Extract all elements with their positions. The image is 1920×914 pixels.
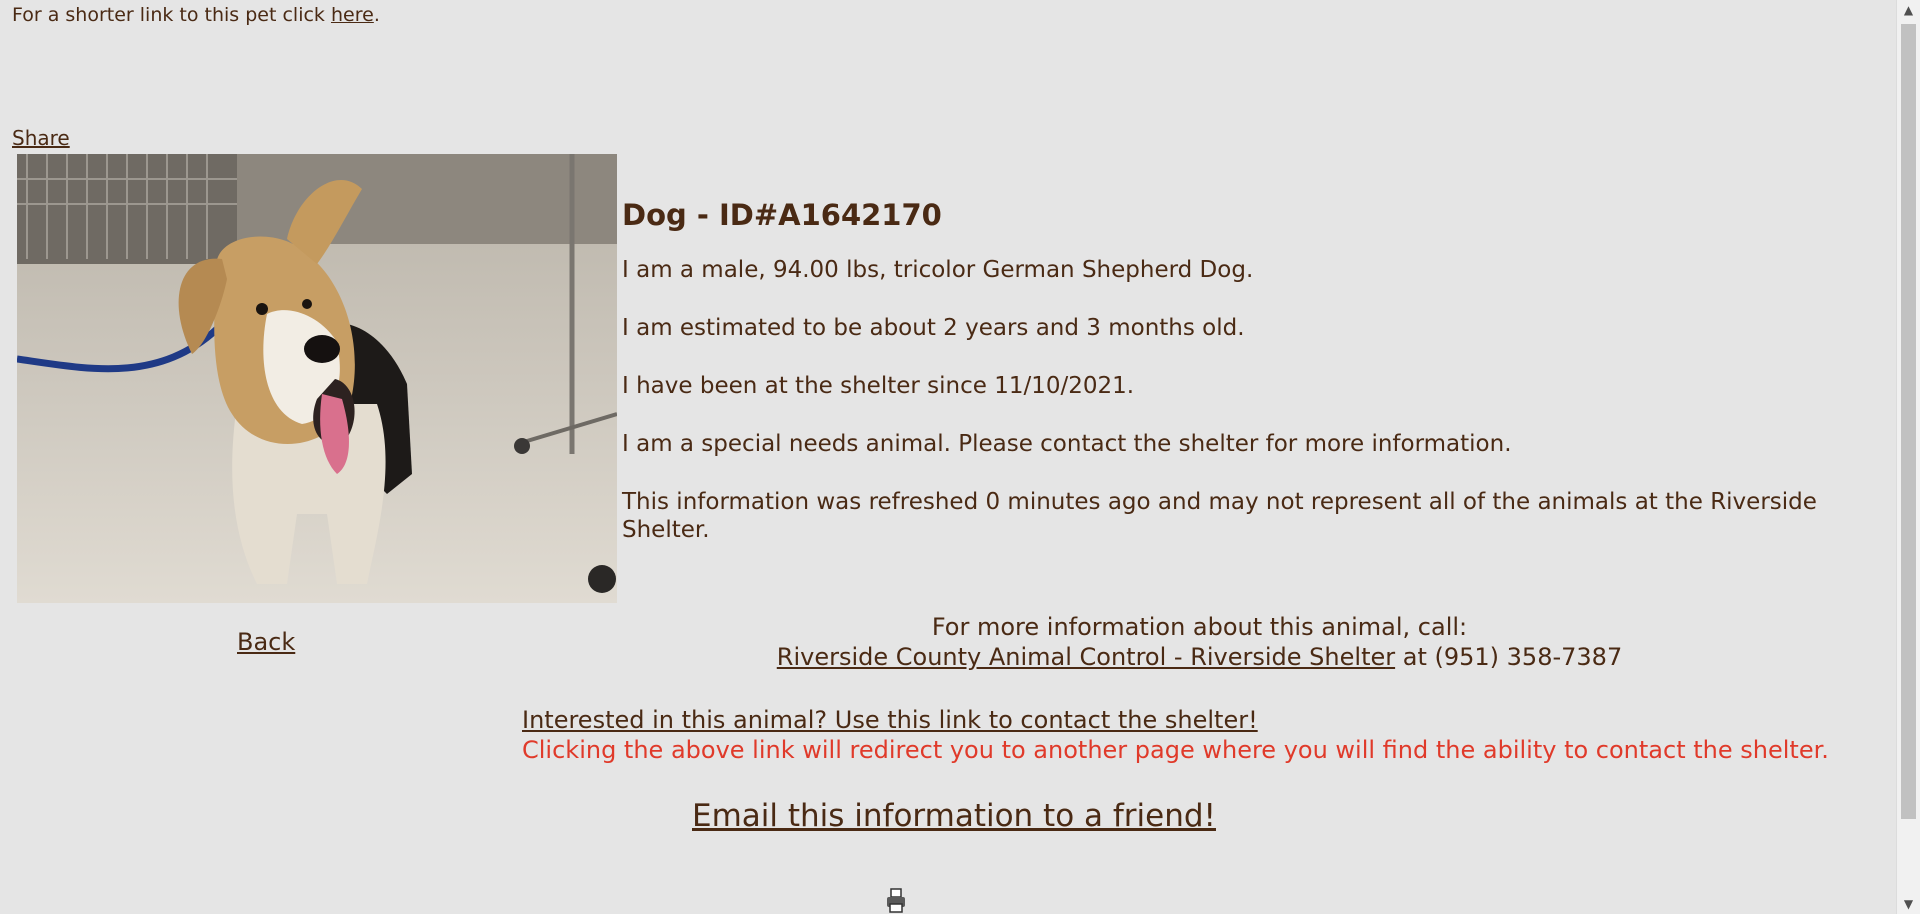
contact-shelter-link[interactable]: Interested in this animal? Use this link… xyxy=(522,706,1258,734)
shelter-phone: at (951) 358-7387 xyxy=(1402,643,1623,671)
shelter-link[interactable]: Riverside County Animal Control - Rivers… xyxy=(777,643,1395,671)
animal-special-needs: I am a special needs animal. Please cont… xyxy=(622,431,1512,457)
redirect-warning: Clicking the above link will redirect yo… xyxy=(522,736,1829,764)
scroll-up-arrow-icon[interactable]: ▲ xyxy=(1897,0,1920,20)
interest-section: Interested in this animal? Use this link… xyxy=(522,705,1829,765)
animal-age: I am estimated to be about 2 years and 3… xyxy=(622,315,1245,341)
back-link[interactable]: Back xyxy=(237,628,295,656)
short-link-line: For a shorter link to this pet click her… xyxy=(12,4,380,26)
share-link[interactable]: Share xyxy=(12,126,70,150)
refresh-notice: This information was refreshed 0 minutes… xyxy=(622,489,1817,543)
scroll-down-arrow-icon[interactable]: ▼ xyxy=(1897,894,1920,914)
page: For a shorter link to this pet click her… xyxy=(0,0,1897,914)
animal-since: I have been at the shelter since 11/10/2… xyxy=(622,373,1135,399)
animal-description: I am a male, 94.00 lbs, tricolor German … xyxy=(622,257,1254,283)
dog-photo xyxy=(17,154,617,603)
scroll-thumb[interactable] xyxy=(1901,24,1916,819)
call-info: For more information about this animal, … xyxy=(622,612,1777,672)
call-line: Riverside County Animal Control - Rivers… xyxy=(622,642,1777,672)
printer-icon[interactable] xyxy=(886,887,906,914)
short-link-suffix: . xyxy=(373,4,380,26)
animal-details: Dog - ID#A1642170 I am a male, 94.00 lbs… xyxy=(622,198,1892,574)
short-link-prefix: For a shorter link to this pet click xyxy=(12,4,331,26)
call-intro: For more information about this animal, … xyxy=(931,613,1468,641)
animal-title: Dog - ID#A1642170 xyxy=(622,198,942,232)
short-link-here[interactable]: here xyxy=(331,4,374,26)
email-friend-link[interactable]: Email this information to a friend! xyxy=(692,798,1216,834)
vertical-scrollbar[interactable]: ▲ ▼ xyxy=(1896,0,1920,914)
